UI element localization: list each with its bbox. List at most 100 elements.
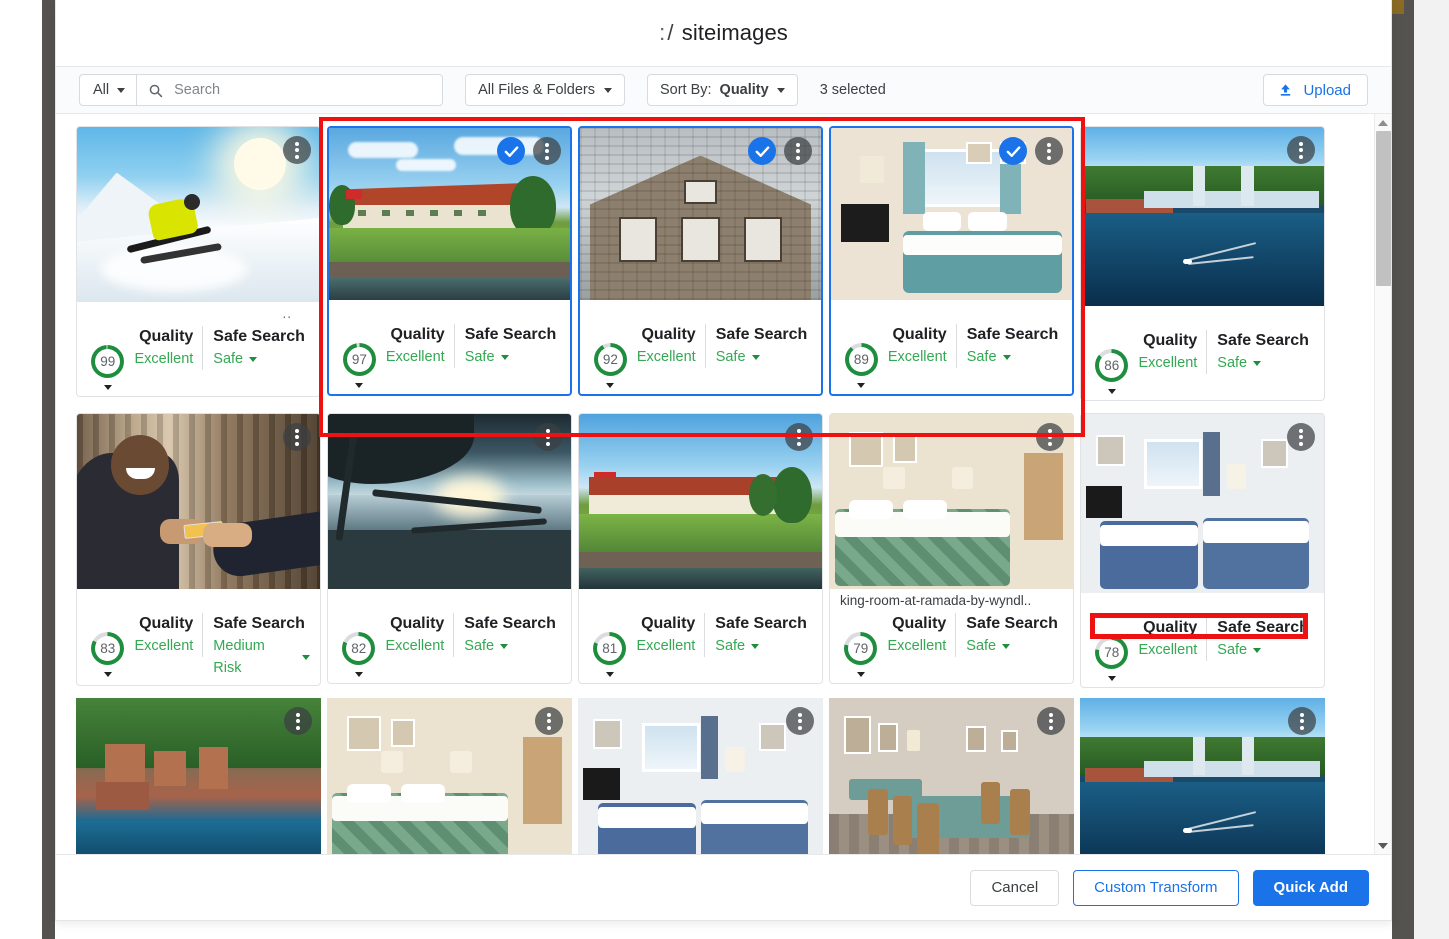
- image-card[interactable]: 89 Quality Excellent Safe Search Safe: [829, 126, 1074, 396]
- image-card[interactable]: [76, 698, 321, 854]
- safe-search-chevron-down-icon[interactable]: [500, 354, 509, 360]
- safe-search-value-row[interactable]: Safe: [966, 635, 1063, 657]
- breadcrumb-current-folder[interactable]: siteimages: [682, 20, 788, 45]
- more-options-icon[interactable]: [1035, 137, 1063, 165]
- more-options-icon[interactable]: [283, 136, 311, 164]
- selection-checkmark[interactable]: [497, 137, 525, 165]
- quality-expand-chevron-down-icon[interactable]: [856, 672, 865, 677]
- card-thumbnail[interactable]: [831, 128, 1072, 300]
- more-options-icon[interactable]: [1037, 707, 1065, 735]
- card-thumbnail[interactable]: [77, 414, 320, 589]
- safe-search-chevron-down-icon[interactable]: [500, 643, 509, 649]
- safe-search-chevron-down-icon[interactable]: [249, 356, 258, 362]
- search-input[interactable]: [172, 81, 433, 99]
- safe-search-value-row[interactable]: Medium Risk: [213, 635, 310, 679]
- image-card[interactable]: 82 Quality Excellent Safe Search Safe: [327, 413, 572, 684]
- card-filename[interactable]: [1091, 306, 1314, 326]
- card-filename[interactable]: king-room-at-ramada-by-wyndl..: [840, 589, 1063, 609]
- card-thumbnail[interactable]: [1081, 127, 1324, 306]
- scroll-up-arrow[interactable]: [1375, 114, 1392, 131]
- cancel-button[interactable]: Cancel: [970, 869, 1060, 906]
- custom-transform-button[interactable]: Custom Transform: [1073, 869, 1239, 906]
- safe-search-value-row[interactable]: Safe: [967, 346, 1062, 368]
- card-filename[interactable]: [1091, 593, 1314, 613]
- safe-search-value-row[interactable]: Safe: [464, 635, 561, 657]
- more-options-icon[interactable]: [1287, 136, 1315, 164]
- quality-expand-chevron-down-icon[interactable]: [355, 383, 364, 388]
- more-options-icon[interactable]: [785, 423, 813, 451]
- image-card[interactable]: 92 Quality Excellent Safe Search Safe: [578, 126, 823, 396]
- image-card[interactable]: .. 99 Quality Excellent Safe Search Safe: [76, 126, 321, 397]
- image-card[interactable]: 97 Quality Excellent Safe Search Safe: [327, 126, 572, 396]
- image-card[interactable]: 83 Quality Excellent Safe Search Medium Risk: [76, 413, 321, 686]
- safe-search-chevron-down-icon[interactable]: [1002, 354, 1011, 360]
- more-options-icon[interactable]: [535, 707, 563, 735]
- quality-expand-chevron-down-icon[interactable]: [103, 672, 112, 677]
- image-card[interactable]: [327, 698, 572, 854]
- card-thumbnail[interactable]: [1080, 698, 1325, 854]
- quality-expand-chevron-down-icon[interactable]: [103, 385, 112, 390]
- quality-expand-chevron-down-icon[interactable]: [857, 383, 866, 388]
- vertical-scrollbar[interactable]: [1374, 114, 1391, 854]
- quality-expand-chevron-down-icon[interactable]: [606, 383, 615, 388]
- search-box[interactable]: [136, 74, 444, 106]
- card-filename[interactable]: [87, 589, 310, 609]
- more-options-icon[interactable]: [534, 423, 562, 451]
- scroll-down-arrow[interactable]: [1375, 837, 1392, 854]
- safe-search-value-row[interactable]: Safe: [213, 348, 310, 370]
- safe-search-chevron-down-icon[interactable]: [1253, 647, 1262, 653]
- image-card[interactable]: [1080, 698, 1325, 854]
- safe-search-chevron-down-icon[interactable]: [302, 654, 310, 660]
- quality-expand-chevron-down-icon[interactable]: [1107, 676, 1116, 681]
- image-card[interactable]: king-room-at-ramada-by-wyndl.. 79 Quality E…: [829, 413, 1074, 684]
- quality-expand-chevron-down-icon[interactable]: [354, 672, 363, 677]
- more-options-icon[interactable]: [1287, 423, 1315, 451]
- safe-search-chevron-down-icon[interactable]: [751, 643, 760, 649]
- safe-search-value-row[interactable]: Safe: [715, 635, 812, 657]
- selection-checkmark[interactable]: [999, 137, 1027, 165]
- card-thumbnail[interactable]: [829, 698, 1074, 854]
- more-options-icon[interactable]: [284, 707, 312, 735]
- card-thumbnail[interactable]: [579, 414, 822, 589]
- card-filename[interactable]: [841, 300, 1062, 320]
- safe-search-value-row[interactable]: Safe: [1217, 352, 1314, 374]
- image-card[interactable]: 86 Quality Excellent Safe Search Safe: [1080, 126, 1325, 401]
- safe-search-chevron-down-icon[interactable]: [751, 354, 760, 360]
- files-folders-filter-dropdown[interactable]: All Files & Folders: [465, 74, 625, 106]
- card-thumbnail[interactable]: [76, 698, 321, 854]
- card-filename[interactable]: [589, 589, 812, 609]
- upload-button[interactable]: Upload: [1263, 74, 1368, 106]
- card-filename[interactable]: [339, 300, 560, 320]
- more-options-icon[interactable]: [786, 707, 814, 735]
- image-card[interactable]: 78 Quality Excellent Safe Search Safe: [1080, 413, 1325, 688]
- more-options-icon[interactable]: [533, 137, 561, 165]
- quick-add-button[interactable]: Quick Add: [1252, 869, 1369, 906]
- more-options-icon[interactable]: [1036, 423, 1064, 451]
- quality-expand-chevron-down-icon[interactable]: [1107, 389, 1116, 394]
- image-card[interactable]: [578, 698, 823, 854]
- sort-by-dropdown[interactable]: Sort By: Quality: [646, 74, 798, 106]
- image-card[interactable]: [829, 698, 1074, 854]
- card-thumbnail[interactable]: [830, 414, 1073, 589]
- card-thumbnail[interactable]: [328, 414, 571, 589]
- safe-search-value-row[interactable]: Safe: [716, 346, 811, 368]
- quality-expand-chevron-down-icon[interactable]: [605, 672, 614, 677]
- safe-search-value-row[interactable]: Safe: [1217, 639, 1314, 661]
- safe-search-chevron-down-icon[interactable]: [1253, 360, 1262, 366]
- all-filter-dropdown[interactable]: All: [79, 74, 137, 106]
- more-options-icon[interactable]: [283, 423, 311, 451]
- selection-checkmark[interactable]: [748, 137, 776, 165]
- more-options-icon[interactable]: [784, 137, 812, 165]
- card-filename[interactable]: ..: [87, 302, 310, 322]
- card-thumbnail[interactable]: [77, 127, 320, 302]
- card-filename[interactable]: [590, 300, 811, 320]
- card-thumbnail[interactable]: [327, 698, 572, 854]
- scrollbar-track[interactable]: [1375, 131, 1392, 837]
- more-options-icon[interactable]: [1288, 707, 1316, 735]
- safe-search-chevron-down-icon[interactable]: [1002, 643, 1011, 649]
- card-thumbnail[interactable]: [580, 128, 821, 300]
- card-filename[interactable]: [338, 589, 561, 609]
- card-thumbnail[interactable]: [1081, 414, 1324, 593]
- card-thumbnail[interactable]: [329, 128, 570, 300]
- scrollbar-thumb[interactable]: [1375, 131, 1391, 286]
